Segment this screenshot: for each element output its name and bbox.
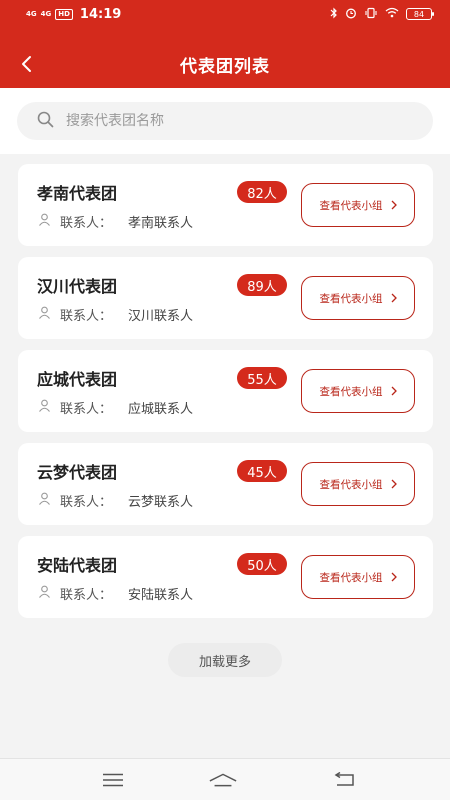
contact-name: 安陆联系人 <box>128 588 194 603</box>
wifi-icon <box>385 7 399 21</box>
system-nav-bar <box>0 758 450 800</box>
delegation-card: 应城代表团 55人 联系人： 应城联系人 查看代表小组 <box>18 350 433 432</box>
contact-row: 联系人： 安陆联系人 <box>38 584 193 603</box>
delegation-card: 汉川代表团 89人 联系人： 汉川联系人 查看代表小组 <box>18 257 433 339</box>
hd-badge: HD <box>55 8 73 20</box>
back-system-button[interactable] <box>328 767 358 793</box>
status-left: 4G 4G HD 14:19 <box>26 7 121 22</box>
person-icon <box>38 399 51 416</box>
delegation-card: 孝南代表团 82人 联系人： 孝南联系人 查看代表小组 <box>18 164 433 246</box>
contact-name: 孝南联系人 <box>128 216 194 231</box>
view-groups-button[interactable]: 查看代表小组 <box>301 555 415 599</box>
view-groups-label: 查看代表小组 <box>319 571 383 584</box>
search-box[interactable] <box>17 102 433 140</box>
status-right: 84 <box>330 7 434 22</box>
load-more-button[interactable]: 加载更多 <box>168 643 282 677</box>
back-button[interactable] <box>14 52 38 76</box>
view-groups-label: 查看代表小组 <box>319 478 383 491</box>
delegation-name: 云梦代表团 <box>37 463 118 482</box>
delegation-name: 孝南代表团 <box>37 184 118 203</box>
contact-label: 联系人： <box>60 588 113 603</box>
contact-row: 联系人： 云梦联系人 <box>38 491 193 510</box>
home-button[interactable] <box>208 767 238 793</box>
view-groups-button[interactable]: 查看代表小组 <box>301 183 415 227</box>
view-groups-button[interactable]: 查看代表小组 <box>301 276 415 320</box>
contact-label: 联系人： <box>60 216 113 231</box>
contact-name: 应城联系人 <box>128 402 194 417</box>
search-icon <box>37 111 54 132</box>
page-title: 代表团列表 <box>180 56 270 77</box>
clock: 14:19 <box>79 6 122 22</box>
delegation-name: 应城代表团 <box>37 370 118 389</box>
person-icon <box>38 213 51 230</box>
view-groups-label: 查看代表小组 <box>319 199 383 212</box>
menu-button[interactable] <box>98 767 128 793</box>
member-count-badge: 45人 <box>237 460 287 482</box>
nav-bar: 代表团列表 <box>0 42 450 88</box>
contact-row: 联系人： 孝南联系人 <box>38 212 193 231</box>
delegation-list: 孝南代表团 82人 联系人： 孝南联系人 查看代表小组 汉川代表团 89人 联系… <box>18 164 433 629</box>
menu-icon <box>103 773 123 787</box>
chevron-right-icon <box>391 293 397 303</box>
member-count-badge: 82人 <box>237 181 287 203</box>
contact-name: 云梦联系人 <box>128 495 194 510</box>
view-groups-button[interactable]: 查看代表小组 <box>301 462 415 506</box>
app-header: 4G 4G HD 14:19 84 代表团列表 <box>0 0 450 88</box>
chevron-right-icon <box>391 386 397 396</box>
member-count-badge: 89人 <box>237 274 287 296</box>
view-groups-label: 查看代表小组 <box>319 292 383 305</box>
vibrate-icon <box>364 7 378 22</box>
view-groups-button[interactable]: 查看代表小组 <box>301 369 415 413</box>
contact-label: 联系人： <box>60 309 113 324</box>
chevron-right-icon <box>391 572 397 582</box>
contact-row: 联系人： 汉川联系人 <box>38 305 193 324</box>
delegation-name: 汉川代表团 <box>37 277 118 296</box>
contact-label: 联系人： <box>60 402 113 417</box>
person-icon <box>38 492 51 509</box>
alarm-icon <box>345 7 357 22</box>
search-area <box>0 88 450 154</box>
contact-row: 联系人： 应城联系人 <box>38 398 193 417</box>
chevron-right-icon <box>391 479 397 489</box>
status-bar: 4G 4G HD 14:19 84 <box>0 0 450 28</box>
contact-label: 联系人： <box>60 495 113 510</box>
battery-icon: 84 <box>406 8 434 20</box>
chevron-left-icon <box>22 56 31 72</box>
person-icon <box>38 585 51 602</box>
delegation-name: 安陆代表团 <box>37 556 118 575</box>
person-icon <box>38 306 51 323</box>
search-input[interactable] <box>66 113 406 129</box>
bluetooth-icon <box>330 7 338 22</box>
signal-icon-2: 4G <box>40 10 52 18</box>
view-groups-label: 查看代表小组 <box>319 385 383 398</box>
signal-icon-1: 4G <box>26 10 37 18</box>
chevron-right-icon <box>391 200 397 210</box>
return-icon <box>334 772 354 786</box>
contact-name: 汉川联系人 <box>128 309 194 324</box>
home-icon <box>209 773 237 787</box>
delegation-card: 云梦代表团 45人 联系人： 云梦联系人 查看代表小组 <box>18 443 433 525</box>
delegation-card: 安陆代表团 50人 联系人： 安陆联系人 查看代表小组 <box>18 536 433 618</box>
member-count-badge: 50人 <box>237 553 287 575</box>
member-count-badge: 55人 <box>237 367 287 389</box>
